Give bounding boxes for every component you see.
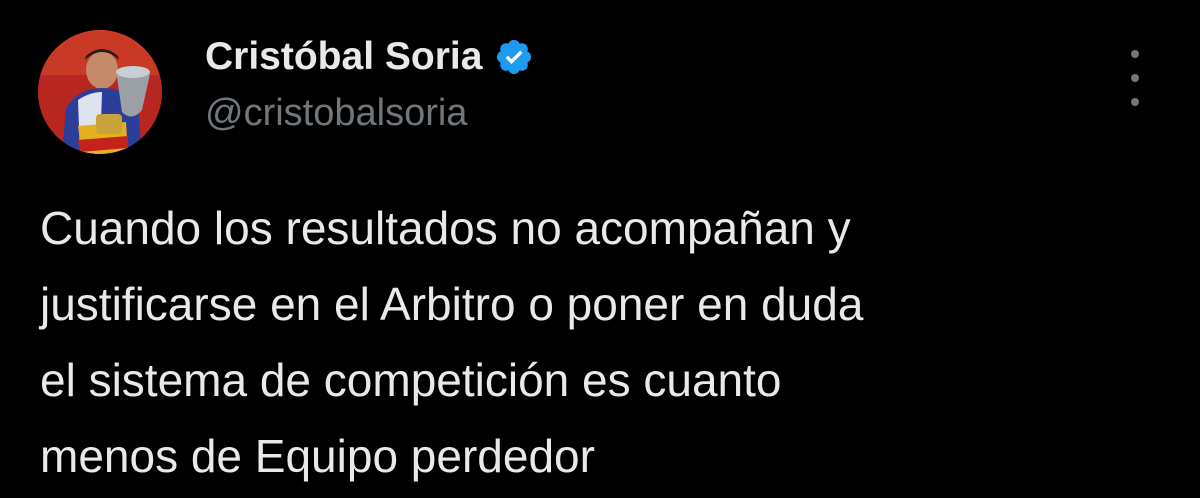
tweet-text: Cuando los resultados no acompañan y jus… bbox=[40, 202, 864, 482]
author-name-row: Cristóbal Soria bbox=[205, 34, 1080, 80]
tweet-header: Cristóbal Soria @cristobalsoria bbox=[205, 34, 1080, 135]
avatar[interactable] bbox=[38, 30, 162, 154]
avatar-image bbox=[38, 30, 162, 154]
more-dot bbox=[1131, 98, 1139, 106]
more-dot bbox=[1131, 50, 1139, 58]
author-display-name[interactable]: Cristóbal Soria bbox=[205, 35, 482, 79]
more-dot bbox=[1131, 74, 1139, 82]
verified-badge-icon bbox=[494, 37, 534, 77]
tweet-card: Cristóbal Soria @cristobalsoria Cuando l… bbox=[0, 0, 1200, 498]
author-handle[interactable]: @cristobalsoria bbox=[205, 92, 1080, 135]
more-vertical-icon[interactable] bbox=[1120, 50, 1150, 106]
